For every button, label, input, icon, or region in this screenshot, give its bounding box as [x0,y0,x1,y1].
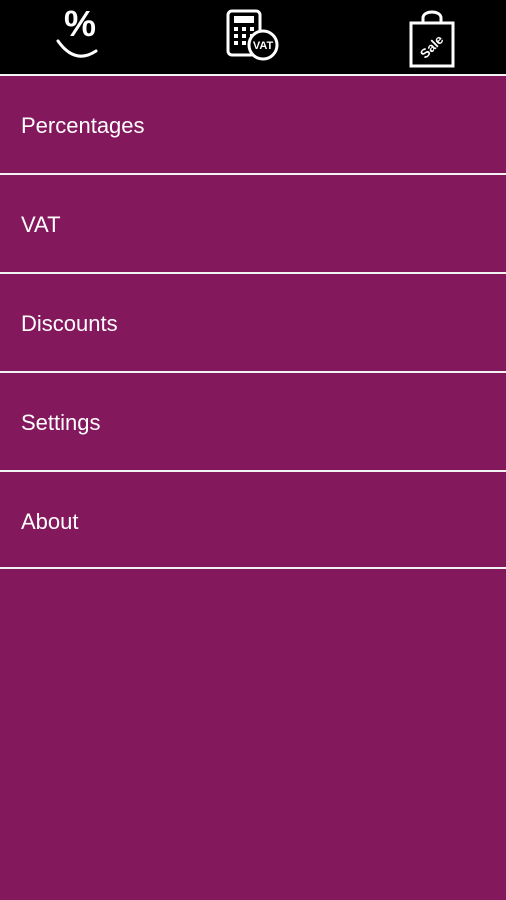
menu-item-label: Discounts [21,311,118,336]
menu-item-label: VAT [21,212,61,237]
menu-item-percentages[interactable]: Percentages [0,74,506,173]
main-menu: Percentages VAT Discounts Settings About [0,74,506,569]
menu-item-settings[interactable]: Settings [0,371,506,470]
vat-calculator-icon: VAT [226,9,279,61]
percent-sign: % [64,7,96,44]
menu-item-vat[interactable]: VAT [0,173,506,272]
menu-item-about[interactable]: About [0,470,506,569]
percentages-tool-button[interactable]: % [46,0,114,74]
sale-bag-icon: Sale [409,10,455,68]
top-toolbar: % VAT Sale [0,0,506,74]
discounts-tool-button[interactable]: Sale [398,0,466,74]
menu-item-discounts[interactable]: Discounts [0,272,506,371]
sale-icon-text: Sale [417,32,447,62]
menu-item-label: Settings [21,410,101,435]
percent-smile-icon: % [56,7,98,58]
vat-tool-button[interactable]: VAT [216,0,288,74]
vat-icon-text: VAT [253,40,274,52]
menu-item-label: About [21,509,79,534]
menu-item-label: Percentages [21,113,145,138]
